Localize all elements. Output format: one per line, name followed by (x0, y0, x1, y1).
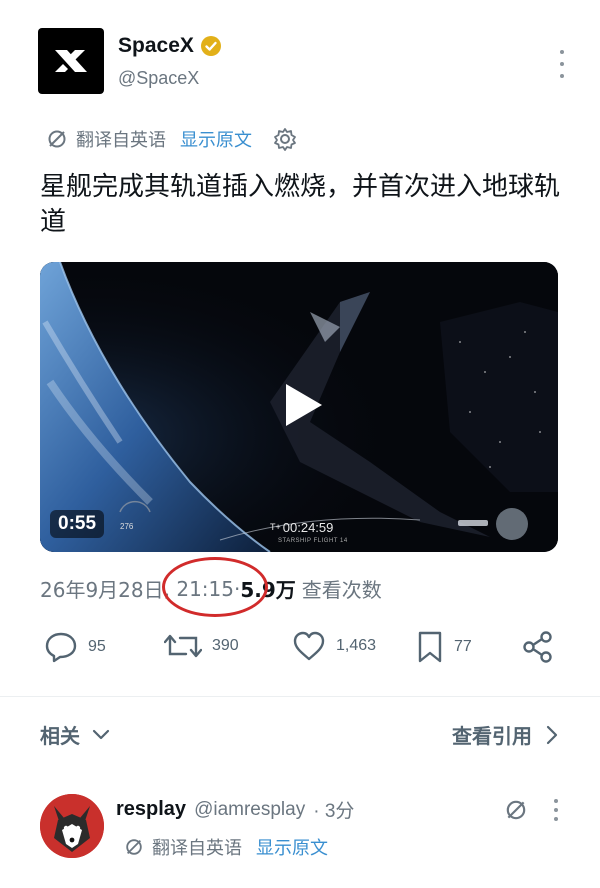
reply-translated-from-label: 翻译自英语 (152, 838, 242, 859)
video-speed-readout: 276 (120, 522, 134, 531)
reply-translation-bar: 翻译自英语 显示原文 (124, 834, 328, 860)
reply-button[interactable]: 95 (44, 630, 106, 664)
reply-author-handle[interactable]: @iamresplay (194, 799, 305, 821)
bookmark-icon (418, 631, 442, 663)
tweet-text: 星舰完成其轨道插入燃烧，并首次进入地球轨道 (40, 172, 561, 237)
tweet-date: 26年9月28日 (40, 578, 164, 602)
account-handle[interactable]: @SpaceX (118, 68, 199, 89)
section-divider (0, 696, 600, 697)
bookmark-button[interactable]: 77 (416, 630, 472, 664)
video-timer: T+ 00:24:59 (270, 520, 333, 535)
view-quotes-link[interactable]: 查看引用 (452, 720, 558, 749)
reply-show-original-link[interactable]: 显示原文 (256, 834, 328, 860)
video-caption: STARSHIP FLIGHT 14 (278, 538, 348, 544)
show-original-link[interactable]: 显示原文 (180, 126, 252, 152)
repost-icon (164, 634, 202, 658)
repost-button[interactable]: 390 (164, 630, 239, 662)
chevron-right-icon (546, 725, 558, 744)
timer-prefix: T+ (270, 522, 281, 532)
bookmark-count: 77 (454, 638, 472, 655)
reply-count: 95 (88, 638, 106, 655)
account-name[interactable]: SpaceX (118, 34, 194, 58)
like-count: 1,463 (336, 637, 377, 654)
fox-avatar-illustration (40, 794, 104, 858)
translation-settings-gear-icon[interactable] (272, 126, 298, 152)
share-icon (523, 631, 552, 663)
repost-count: 390 (212, 637, 239, 654)
related-bar: 相关 查看引用 (40, 718, 558, 752)
red-highlight-circle (162, 557, 268, 617)
heart-icon (293, 631, 325, 661)
related-dropdown[interactable]: 相关 (40, 720, 110, 749)
tweet-actions: 95 390 1,463 77 (40, 630, 560, 670)
reply-translated-globe-icon (126, 839, 142, 855)
chevron-down-icon (92, 729, 110, 739)
resplay-avatar[interactable] (40, 794, 104, 858)
like-button[interactable]: 1,463 (292, 630, 376, 662)
tweet-header: SpaceX @SpaceX (38, 28, 568, 98)
related-label: 相关 (40, 724, 80, 748)
translated-from-label: 翻译自英语 (76, 130, 166, 151)
reply-tweet[interactable]: resplay @iamresplay · 3分 翻译自英语 显示原文 (40, 792, 558, 882)
play-button-icon[interactable] (284, 382, 324, 428)
timer-value: 00:24:59 (282, 520, 334, 535)
reply-author-name[interactable]: resplay (116, 798, 186, 821)
reply-translate-globe-icon[interactable] (504, 798, 528, 822)
translate-globe-icon (48, 130, 66, 148)
more-options-icon[interactable] (556, 50, 568, 78)
verified-badge-icon (200, 36, 221, 56)
reply-bubble-icon (45, 632, 77, 663)
share-button[interactable] (522, 630, 554, 664)
video-duration: 0:55 (50, 510, 105, 538)
spacex-logo-icon (55, 50, 87, 72)
views-label[interactable]: 查看次数 (302, 574, 382, 603)
view-quotes-label: 查看引用 (452, 724, 532, 748)
reply-more-options-icon[interactable] (554, 799, 558, 821)
reply-time: · 3分 (313, 801, 355, 822)
translation-bar: 翻译自英语 显示原文 (46, 126, 298, 152)
spacex-avatar[interactable] (38, 28, 104, 94)
